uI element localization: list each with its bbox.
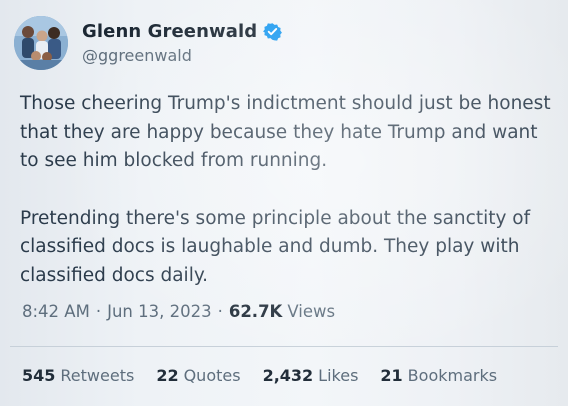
display-name[interactable]: Glenn Greenwald [82,21,257,42]
tweet-screen: Glenn Greenwald @ggreenwald Those cheeri… [0,0,568,406]
bookmarks-count: 21 [380,366,403,385]
name-row: Glenn Greenwald [82,18,283,44]
verified-badge-icon [263,22,283,41]
retweets-label: Retweets [60,366,135,385]
divider [10,346,558,347]
likes-label: Likes [318,366,359,385]
quotes-stat[interactable]: 22 Quotes [156,366,240,385]
handle[interactable]: @ggreenwald [82,46,192,65]
tweet-paragraph: Those cheering Trump's indictment should… [20,93,551,171]
bookmarks-stat[interactable]: 21 Bookmarks [380,366,497,385]
avatar[interactable] [14,16,68,70]
meta-separator: · [217,302,223,321]
tweet-header: Glenn Greenwald @ggreenwald [14,16,554,72]
bookmarks-label: Bookmarks [407,366,498,385]
likes-stat[interactable]: 2,432 Likes [263,366,359,385]
quotes-label: Quotes [183,366,241,385]
meta-separator: · [95,302,102,321]
avatar-photo [14,16,68,70]
tweet-date[interactable]: Jun 13, 2023 [107,302,212,321]
engagement-stats: 545 Retweets 22 Quotes 2,432 Likes 21 Bo… [22,366,497,385]
tweet-time[interactable]: 8:42 AM [22,302,90,321]
retweets-stat[interactable]: 545 Retweets [22,366,134,385]
retweets-count: 545 [22,366,56,385]
quotes-count: 22 [156,366,179,385]
likes-count: 2,432 [262,366,314,385]
tweet-paragraph: Pretending there's some principle about … [20,207,531,286]
tweet-meta: 8:42 AM · Jun 13, 2023 · 62.7K Views [22,302,335,321]
views-count: 62.7K [228,302,283,321]
tweet-text: Those cheering Trump's indictment should… [20,90,560,290]
views-label: Views [287,302,336,321]
